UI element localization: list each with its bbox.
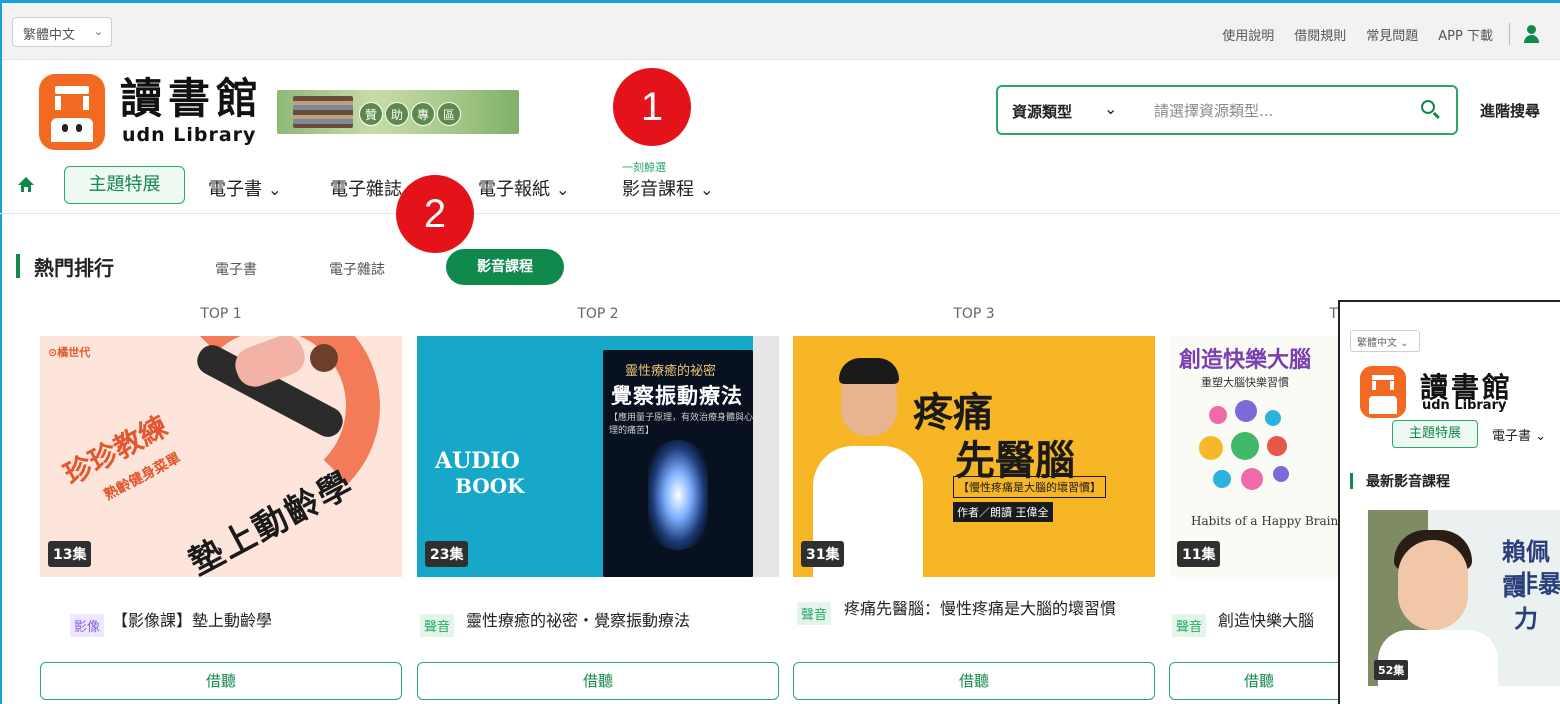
borrow-button[interactable]: 借聽 (793, 662, 1155, 700)
cover-text: 覺察振動療法 (611, 384, 743, 408)
search-box: 資源類型 ⌄ (996, 85, 1458, 135)
logo-subtitle: udn Library (1422, 398, 1507, 413)
books-image (293, 96, 353, 128)
nav-av-courses[interactable]: 影音課程 ⌄ (622, 175, 713, 201)
language-select[interactable]: 繁體中文 ⌄ (12, 17, 112, 47)
cover-text: 【慢性疼痛是大腦的壞習慣】 (953, 476, 1106, 498)
chevron-down-icon: ⌄ (93, 25, 103, 38)
link-borrow-rules[interactable]: 借閱規則 (1294, 25, 1346, 44)
course-title[interactable]: 創造快樂大腦 (1218, 608, 1338, 634)
episode-count-badge: 13集 (48, 541, 92, 567)
cover-brand: ⊙橘世代 (48, 346, 91, 359)
nav-theme-exhibit[interactable]: 主題特展 (1392, 420, 1478, 448)
episode-count-badge: 31集 (801, 541, 845, 567)
course-title[interactable]: 【影像課】墊上動齡學 (112, 608, 392, 634)
link-help[interactable]: 使用說明 (1222, 25, 1274, 44)
nav-emagazines[interactable]: 電子雜誌 (330, 175, 402, 201)
ranking-tab-emagazines[interactable]: 電子雜誌 (329, 259, 385, 279)
cover-text: 重塑大腦快樂習慣 (1201, 376, 1289, 389)
cover-text: 創造快樂大腦 (1179, 348, 1312, 373)
cover-text: Habits of a Happy Brain (1191, 514, 1339, 528)
chevron-down-icon[interactable]: ⌄ (1104, 99, 1117, 118)
nav-enewspapers-label: 電子報紙 (478, 179, 550, 200)
ranking-tab-ebooks[interactable]: 電子書 (215, 259, 257, 279)
annotation-marker-2: 2 (396, 175, 474, 253)
nav-theme-exhibit[interactable]: 主題特展 (64, 166, 185, 204)
section-title-latest-av: 最新影音課程 (1366, 474, 1450, 490)
annotation-marker-1: 1 (613, 68, 691, 146)
sponsor-char: 區 (437, 102, 461, 126)
av-promo-note: 一刻鯨選 (622, 161, 666, 174)
rank-label: TOP 1 (200, 306, 242, 322)
borrow-button[interactable]: 借聽 (417, 662, 779, 700)
rank-label: TOP 3 (953, 306, 995, 322)
top-utility-bar: 繁體中文 ⌄ 使用說明 借閱規則 常見問題 APP 下載 (2, 3, 1560, 60)
nav-ebooks[interactable]: 電子書 ⌄ (208, 175, 281, 201)
borrow-button[interactable]: 借聽 (40, 662, 402, 700)
cover-text: BOOK (455, 474, 525, 498)
chevron-down-icon: ⌄ (556, 180, 570, 199)
course-cover[interactable]: AUDIO BOOK 靈性療癒的祕密 覺察振動療法 【應用量子原理，有效治療身體… (417, 336, 779, 577)
cover-text: 作者／朗讀 王偉全 (953, 502, 1053, 522)
search-icon[interactable] (1420, 99, 1442, 121)
top-links: 使用說明 借閱規則 常見問題 APP 下載 (1202, 23, 1540, 45)
library-logo-icon[interactable] (1360, 366, 1406, 418)
cover-text: AUDIO (435, 448, 520, 474)
library-logo-icon[interactable] (39, 74, 105, 150)
chevron-down-icon: ⌄ (268, 180, 282, 199)
sponsor-char: 贊 (359, 102, 383, 126)
advanced-search-link[interactable]: 進階搜尋 (1480, 100, 1540, 121)
user-icon[interactable] (1522, 25, 1540, 43)
media-type-tag: 聲音 (420, 614, 455, 637)
nav-enewspapers[interactable]: 電子報紙 ⌄ (478, 175, 569, 201)
course-title[interactable]: 靈性療癒的祕密・覺察振動療法 (466, 608, 776, 634)
window-frame-left (0, 0, 2, 704)
search-input[interactable] (1154, 99, 1404, 123)
resource-type-select[interactable]: 資源類型 (1012, 101, 1072, 122)
nav-ebooks-label: 電子書 (208, 179, 262, 200)
course-cover[interactable]: 疼痛 先醫腦 【慢性疼痛是大腦的壞習慣】 作者／朗讀 王偉全 31集 (793, 336, 1155, 577)
course-title[interactable]: 疼痛先醫腦：慢性疼痛是大腦的壞習慣 (806, 596, 1146, 622)
logo-title[interactable]: 讀書館 (120, 76, 264, 122)
section-title-hot-ranking: 熱門排行 (34, 256, 114, 280)
sponsor-char: 專 (411, 102, 435, 126)
language-select-label: 繁體中文 (1357, 338, 1397, 349)
nav-av-courses-label: 影音課程 (622, 179, 694, 200)
home-icon[interactable] (18, 177, 34, 193)
media-type-tag: 影像 (70, 614, 105, 637)
link-faq[interactable]: 常見問題 (1366, 25, 1418, 44)
nav-ebooks-label: 電子書 (1492, 429, 1532, 444)
ranking-tab-av-courses[interactable]: 影音課程 (446, 249, 564, 285)
borrow-button[interactable]: 借聽 (1169, 662, 1349, 700)
section-accent-bar (16, 254, 20, 278)
cover-text: 非暴力 (1514, 570, 1560, 633)
nav-emagazines-label: 電子雜誌 (330, 179, 402, 200)
sponsor-banner[interactable]: 贊 助 專 區 (277, 90, 519, 134)
course-cover[interactable]: ⊙橘世代 珍珍教練 熟齡健身菜單 墊上動齡學 13集 (40, 336, 402, 577)
language-select-label: 繁體中文 (23, 28, 76, 43)
cover-text: 【應用量子原理，有效治療身體與心理的痛苦】 (609, 413, 754, 436)
rank-label: TOP 2 (577, 306, 619, 322)
episode-count-badge: 52集 (1374, 660, 1409, 680)
main-nav: 主題特展 電子書 ⌄ 電子雜誌 電子報紙 ⌄ 一刻鯨選 影音課程 ⌄ (0, 161, 1560, 214)
divider (1509, 23, 1510, 45)
link-app-download[interactable]: APP 下載 (1438, 25, 1493, 44)
language-select[interactable]: 繁體中文 ⌄ (1350, 330, 1420, 352)
sponsor-char: 助 (385, 102, 409, 126)
nav-ebooks[interactable]: 電子書 ⌄ (1492, 425, 1546, 444)
episode-count-badge: 11集 (1177, 541, 1221, 567)
media-type-tag: 聲音 (1172, 614, 1207, 637)
cover-text: 靈性療癒的祕密 (625, 364, 717, 379)
episode-count-badge: 23集 (425, 541, 469, 567)
section-accent-bar (1350, 473, 1353, 489)
inset-screenshot-panel: 繁體中文 ⌄ 讀書館 udn Library 主題特展 電子書 ⌄ 最新影音課程… (1338, 300, 1560, 704)
chevron-down-icon: ⌄ (700, 180, 714, 199)
logo-subtitle: udn Library (122, 124, 257, 146)
